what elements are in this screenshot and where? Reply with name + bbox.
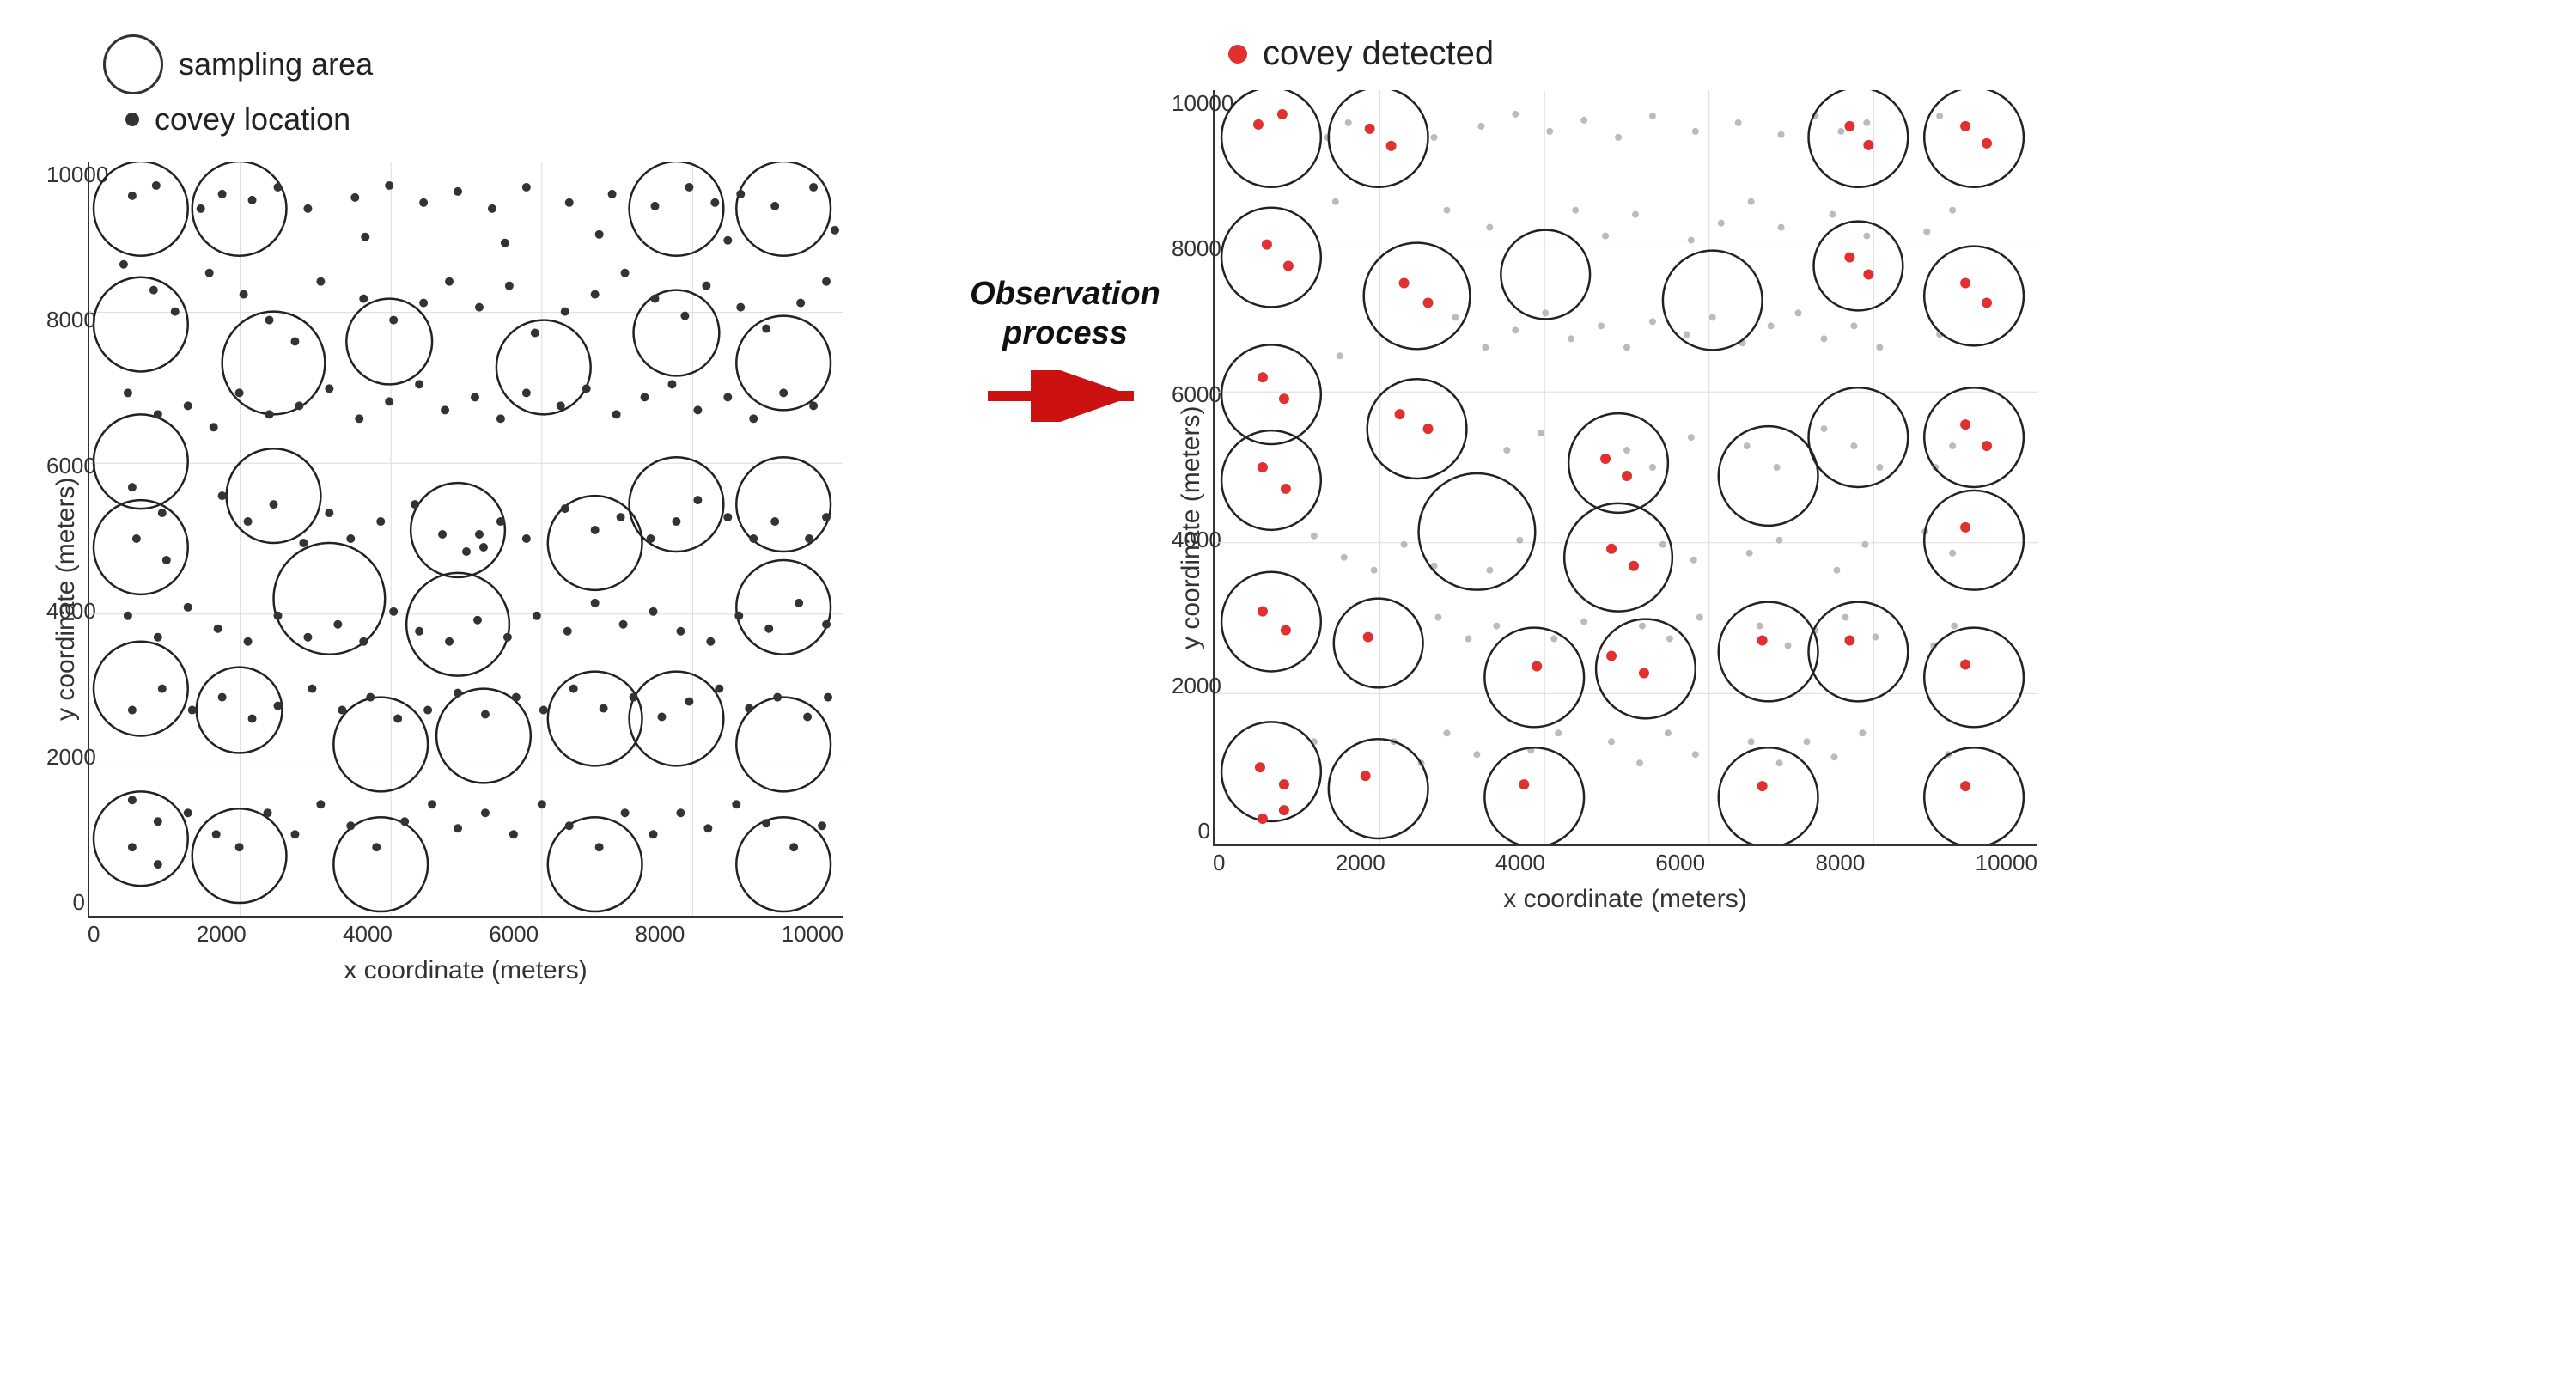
right-x-ticks: 0 2000 4000 6000 8000 10000 <box>1213 846 2037 876</box>
right-panel: covey detected y coordinate (meters) 0 2… <box>1177 34 2524 914</box>
rx-tick-4000: 4000 <box>1495 850 1545 876</box>
arrow-icon <box>979 370 1151 422</box>
right-plot: 0 2000 4000 6000 8000 10000 <box>1213 90 2037 846</box>
left-x-axis-label: x coordinate (meters) <box>88 956 843 985</box>
right-chart-wrapper: y coordinate (meters) 0 2000 4000 6000 8… <box>1177 90 2524 914</box>
ry-tick-10000: 10000 <box>1172 90 1210 117</box>
ry-tick-6000: 6000 <box>1172 381 1210 408</box>
ry-tick-8000: 8000 <box>1172 235 1210 262</box>
left-chart-area: 0 2000 4000 6000 8000 10000 <box>88 162 953 985</box>
x-tick-4000: 4000 <box>343 921 393 948</box>
rx-tick-10000: 10000 <box>1976 850 2037 876</box>
y-tick-4000: 4000 <box>46 598 85 625</box>
x-tick-0: 0 <box>88 921 100 948</box>
covey-location-legend: covey location <box>103 101 953 137</box>
right-x-axis-label: x coordinate (meters) <box>1213 885 2037 914</box>
covey-detected-label: covey detected <box>1263 34 1494 73</box>
ry-tick-4000: 4000 <box>1172 527 1210 553</box>
observation-process-container: Observationprocess <box>953 34 1177 422</box>
x-tick-6000: 6000 <box>489 921 539 948</box>
sampling-area-circle-icon <box>103 34 163 94</box>
covey-detected-dot-icon <box>1228 45 1247 64</box>
rx-tick-2000: 2000 <box>1336 850 1385 876</box>
left-plot: 0 2000 4000 6000 8000 10000 <box>88 162 843 918</box>
y-tick-2000: 2000 <box>46 744 85 771</box>
rx-tick-0: 0 <box>1213 850 1225 876</box>
y-tick-0: 0 <box>46 889 85 916</box>
left-chart-wrapper: y coordinate (meters) 0 2000 4000 6000 8… <box>52 162 953 985</box>
x-tick-2000: 2000 <box>197 921 247 948</box>
right-chart-area: 0 2000 4000 6000 8000 10000 <box>1213 90 2524 914</box>
covey-location-label: covey location <box>155 101 350 137</box>
y-tick-10000: 10000 <box>46 162 85 188</box>
observation-process-label: Observationprocess <box>970 275 1160 353</box>
sampling-area-label: sampling area <box>179 46 373 82</box>
x-tick-8000: 8000 <box>635 921 685 948</box>
left-x-ticks: 0 2000 4000 6000 8000 10000 <box>88 918 843 948</box>
y-tick-8000: 8000 <box>46 307 85 333</box>
left-panel: sampling area covey location y coordinat… <box>52 34 953 985</box>
y-tick-6000: 6000 <box>46 453 85 479</box>
ry-tick-2000: 2000 <box>1172 673 1210 699</box>
right-plot-svg <box>1215 90 2039 844</box>
right-legend: covey detected <box>1177 34 2524 73</box>
left-plot-svg <box>89 162 843 916</box>
right-y-ticks: 0 2000 4000 6000 8000 10000 <box>1172 90 1210 844</box>
left-legend: sampling area covey location <box>52 34 953 144</box>
ry-tick-0: 0 <box>1172 818 1210 844</box>
rx-tick-8000: 8000 <box>1815 850 1865 876</box>
left-y-ticks: 0 2000 4000 6000 8000 10000 <box>46 162 85 916</box>
sampling-area-legend: sampling area <box>103 34 953 94</box>
x-tick-10000: 10000 <box>782 921 843 948</box>
covey-location-dot-icon <box>125 113 139 126</box>
rx-tick-6000: 6000 <box>1655 850 1705 876</box>
